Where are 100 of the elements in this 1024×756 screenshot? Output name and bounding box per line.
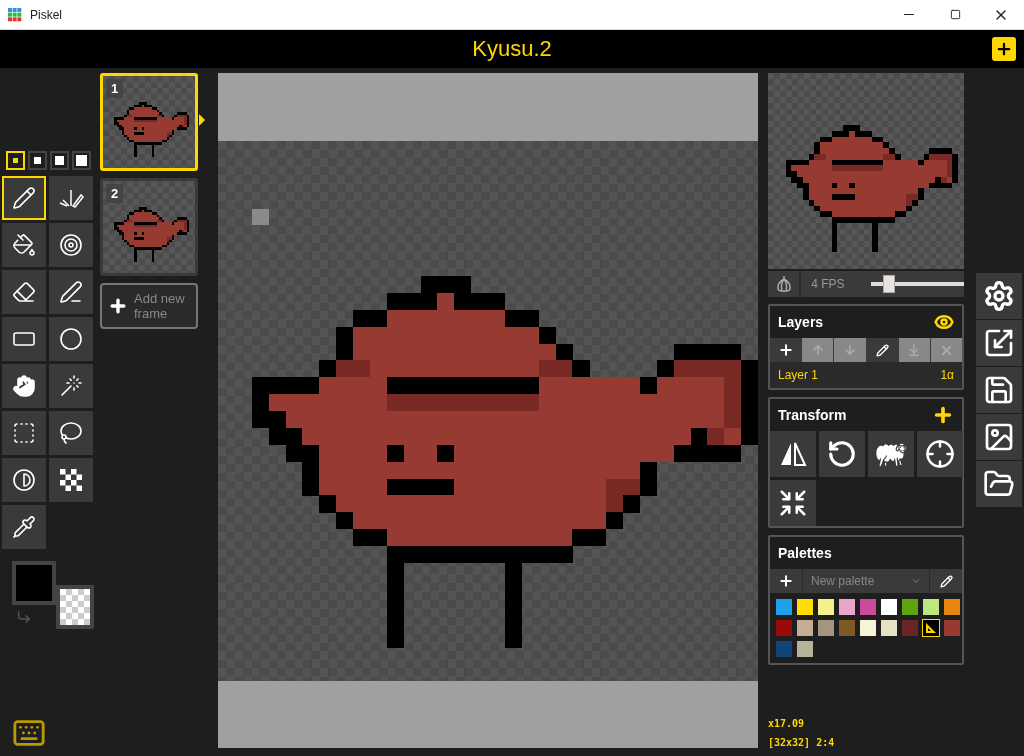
- frame-number: 1: [106, 79, 124, 98]
- panel-title: Transform: [778, 407, 847, 423]
- tool-button[interactable]: [2, 223, 46, 267]
- pen-line-icon: [59, 280, 83, 304]
- eraser-icon: [12, 280, 36, 304]
- frame-thumbnail[interactable]: 2: [100, 178, 198, 276]
- color-swatch[interactable]: [776, 641, 792, 657]
- color-swatch[interactable]: [797, 620, 813, 636]
- zoom-level: x17.09: [768, 718, 806, 729]
- tool-button[interactable]: [2, 176, 46, 220]
- tool-button[interactable]: [49, 176, 93, 220]
- tool-button[interactable]: [49, 458, 93, 502]
- transform-button[interactable]: [770, 480, 816, 526]
- pipette-icon: [12, 515, 36, 539]
- tool-button[interactable]: [49, 411, 93, 455]
- tool-button[interactable]: [2, 505, 46, 549]
- side-button[interactable]: [976, 273, 1022, 319]
- tray-arrow-icon: [907, 343, 922, 357]
- pencil-icon: [875, 343, 889, 357]
- hand-icon: [12, 374, 36, 398]
- color-swatch[interactable]: [860, 620, 876, 636]
- plus-icon[interactable]: [932, 404, 954, 426]
- color-swatch[interactable]: [776, 599, 792, 615]
- checker-icon: [60, 469, 82, 491]
- tool-button[interactable]: [2, 317, 46, 361]
- color-swatch[interactable]: [776, 620, 792, 636]
- dashed-rectangle-icon: [12, 421, 36, 445]
- pointer-icon: [199, 114, 205, 126]
- tool-button[interactable]: [2, 364, 46, 408]
- contrast-icon: [12, 468, 36, 492]
- color-swatch[interactable]: [860, 599, 876, 615]
- tool-button[interactable]: [49, 223, 93, 267]
- new-sprite-button[interactable]: [992, 37, 1016, 61]
- transform-button[interactable]: [770, 431, 816, 477]
- fps-slider[interactable]: [870, 274, 964, 294]
- frame-number: 2: [106, 184, 124, 203]
- wand-icon: [59, 374, 83, 398]
- side-button[interactable]: [976, 367, 1022, 413]
- tool-button[interactable]: [49, 270, 93, 314]
- lasso-icon: [59, 421, 83, 445]
- add-frame-button[interactable]: Add new frame: [100, 283, 198, 329]
- transform-button[interactable]: [868, 431, 914, 477]
- color-swatch[interactable]: [818, 599, 834, 615]
- minimize-icon: [904, 14, 914, 15]
- panel-title: Palettes: [778, 545, 832, 561]
- tool-button[interactable]: [2, 458, 46, 502]
- color-swatch[interactable]: [839, 620, 855, 636]
- document-title: Kyusu.2: [472, 36, 552, 62]
- color-swatch[interactable]: [839, 599, 855, 615]
- color-swatch[interactable]: [902, 599, 918, 615]
- layer-opacity[interactable]: 1α: [940, 368, 954, 382]
- color-swatch[interactable]: [818, 620, 834, 636]
- window-title: Piskel: [30, 7, 63, 22]
- circle-icon: [59, 327, 83, 351]
- color-swatch[interactable]: [797, 641, 813, 657]
- color-swatch[interactable]: [881, 599, 897, 615]
- pen-size-button[interactable]: [28, 151, 47, 170]
- slider-thumb[interactable]: [883, 275, 896, 293]
- pencil-icon: [12, 186, 36, 210]
- layer-name[interactable]: Layer 1: [778, 368, 819, 382]
- plus-icon: [777, 342, 794, 358]
- side-button[interactable]: [976, 320, 1022, 366]
- primary-color-swatch[interactable]: [12, 561, 56, 605]
- side-button[interactable]: [976, 461, 1022, 507]
- settings-icon: [983, 280, 1015, 312]
- color-swatch[interactable]: [902, 620, 918, 636]
- color-swatch[interactable]: [923, 620, 939, 636]
- plus-icon: [995, 40, 1013, 58]
- save-icon: [983, 374, 1015, 406]
- onion-icon: [774, 275, 793, 293]
- color-swatch[interactable]: [881, 620, 897, 636]
- color-swatch[interactable]: [944, 599, 960, 615]
- tool-button[interactable]: [49, 364, 93, 408]
- image-icon: [983, 421, 1015, 453]
- rotate-icon: [827, 439, 857, 469]
- pen-size-button[interactable]: [72, 151, 91, 170]
- target-icon: [59, 233, 83, 257]
- plus-icon: [778, 573, 794, 589]
- shrink-icon: [778, 488, 808, 518]
- color-swatch[interactable]: [797, 599, 813, 615]
- eye-icon[interactable]: [934, 312, 954, 332]
- tool-button[interactable]: [49, 317, 93, 361]
- sprite-info: [32x32] 2:4: [768, 737, 836, 748]
- caret-icon: [911, 576, 921, 586]
- tool-button[interactable]: [2, 270, 46, 314]
- paint-bucket-icon: [12, 233, 36, 257]
- color-swatch[interactable]: [944, 620, 960, 636]
- app-logo-icon: [8, 7, 22, 22]
- crosshair-icon: [925, 439, 955, 469]
- secondary-color-swatch[interactable]: [56, 585, 94, 629]
- transform-button[interactable]: [917, 431, 963, 477]
- pen-size-button[interactable]: [50, 151, 69, 170]
- transform-button[interactable]: [819, 431, 865, 477]
- pencil-icon: [939, 574, 953, 588]
- fps-label: 4 FPS: [811, 277, 845, 291]
- side-button[interactable]: [976, 414, 1022, 460]
- maximize-icon: [949, 9, 961, 20]
- color-swatch[interactable]: [923, 599, 939, 615]
- panel-title: Layers: [778, 314, 824, 330]
- resize-icon: [983, 327, 1015, 359]
